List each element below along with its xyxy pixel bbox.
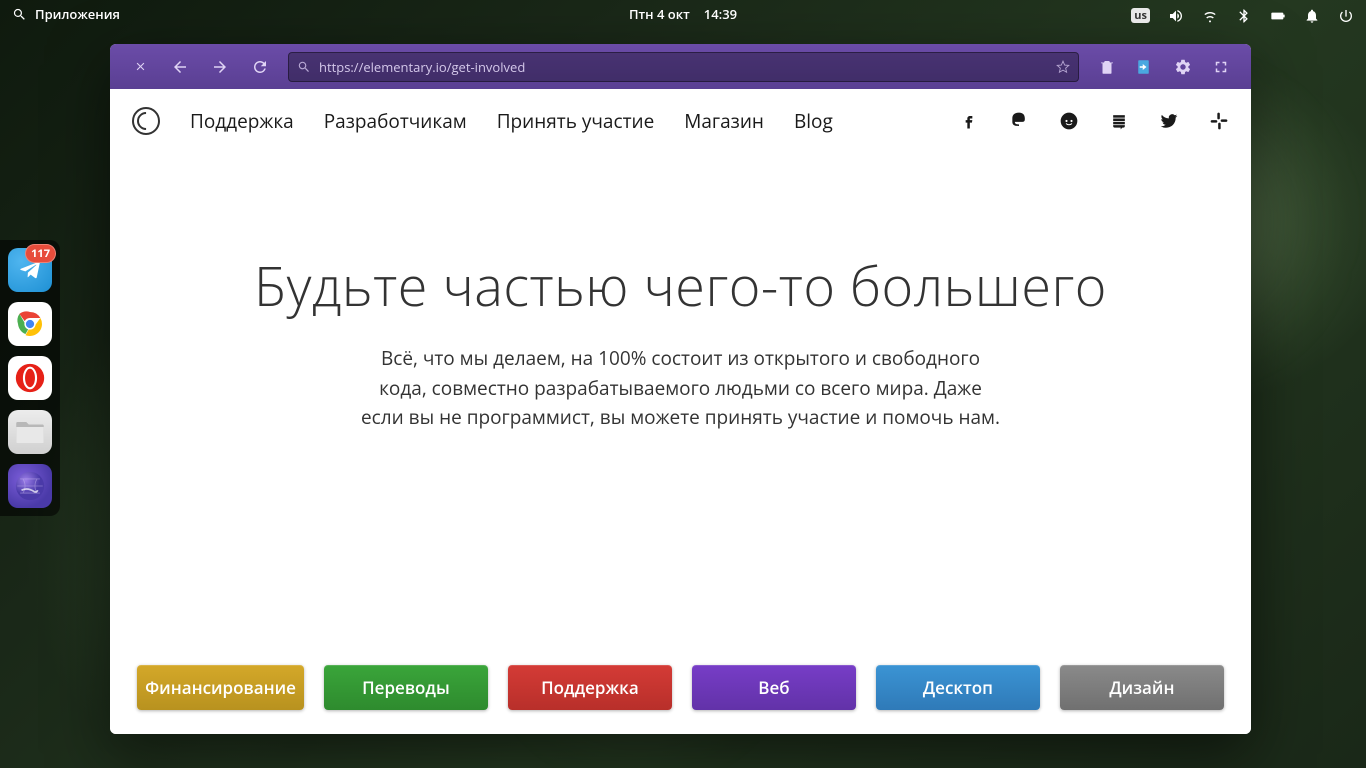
chip-design[interactable]: Дизайн [1060,665,1224,710]
back-button[interactable] [162,49,198,85]
volume-icon[interactable] [1168,8,1184,24]
nav-blog[interactable]: Blog [794,108,833,134]
category-chips: Финансирование Переводы Поддержка Веб Де… [110,665,1251,710]
power-icon[interactable] [1338,8,1354,24]
browser-window: https://elementary.io/get-involved Подде… [110,44,1251,734]
url-text: https://elementary.io/get-involved [319,58,1048,76]
hero-title: Будьте частью чего-то большего [170,254,1191,316]
facebook-icon[interactable] [959,111,979,131]
site-header: Поддержка Разработчикам Принять участие … [110,89,1251,152]
telegram-badge: 117 [25,244,56,263]
fullscreen-button[interactable] [1203,49,1239,85]
dock-app-web-browser[interactable] [8,464,52,508]
notifications-icon[interactable] [1304,8,1320,24]
clock[interactable]: Птн 4 окт 14:39 [629,5,737,23]
battery-icon[interactable] [1270,8,1286,24]
chip-desktop[interactable]: Десктоп [876,665,1040,710]
page-content: Поддержка Разработчикам Принять участие … [110,89,1251,734]
reload-button[interactable] [242,49,278,85]
dock-app-opera[interactable] [8,356,52,400]
stackexchange-icon[interactable] [1109,111,1129,131]
hero-subtitle: Всё, что мы делаем, на 100% состоит из о… [361,344,1001,432]
applications-menu[interactable]: Приложения [12,5,120,23]
dock-app-telegram[interactable]: 117 [8,248,52,292]
wifi-icon[interactable] [1202,8,1218,24]
date-text: Птн 4 окт [629,5,690,23]
forward-button[interactable] [202,49,238,85]
bluetooth-icon[interactable] [1236,8,1252,24]
settings-button[interactable] [1165,49,1201,85]
chip-translations[interactable]: Переводы [324,665,488,710]
elementary-logo[interactable] [132,107,160,135]
address-bar[interactable]: https://elementary.io/get-involved [288,52,1079,82]
nav-developers[interactable]: Разработчикам [324,108,467,134]
mastodon-icon[interactable] [1009,111,1029,131]
nav-store[interactable]: Магазин [684,108,764,134]
dock: 117 [0,240,60,516]
search-icon [297,60,311,74]
bookmark-star-icon[interactable] [1056,60,1070,74]
top-panel: Приложения Птн 4 окт 14:39 us [0,0,1366,28]
login-button[interactable] [1127,49,1163,85]
dock-app-chrome[interactable] [8,302,52,346]
time-text: 14:39 [704,5,737,23]
hero-section: Будьте частью чего-то большего Всё, что … [110,152,1251,432]
keyboard-indicator[interactable]: us [1131,8,1150,23]
nav-get-involved[interactable]: Принять участие [497,108,655,134]
applications-label: Приложения [35,5,120,23]
slack-icon[interactable] [1209,111,1229,131]
twitter-icon[interactable] [1159,111,1179,131]
reddit-icon[interactable] [1059,111,1079,131]
browser-toolbar: https://elementary.io/get-involved [110,44,1251,89]
dock-app-files[interactable] [8,410,52,454]
chip-funding[interactable]: Финансирование [137,665,304,710]
trash-button[interactable] [1089,49,1125,85]
chip-support[interactable]: Поддержка [508,665,672,710]
chip-web[interactable]: Веб [692,665,856,710]
nav-support[interactable]: Поддержка [190,108,294,134]
close-tab-button[interactable] [122,49,158,85]
